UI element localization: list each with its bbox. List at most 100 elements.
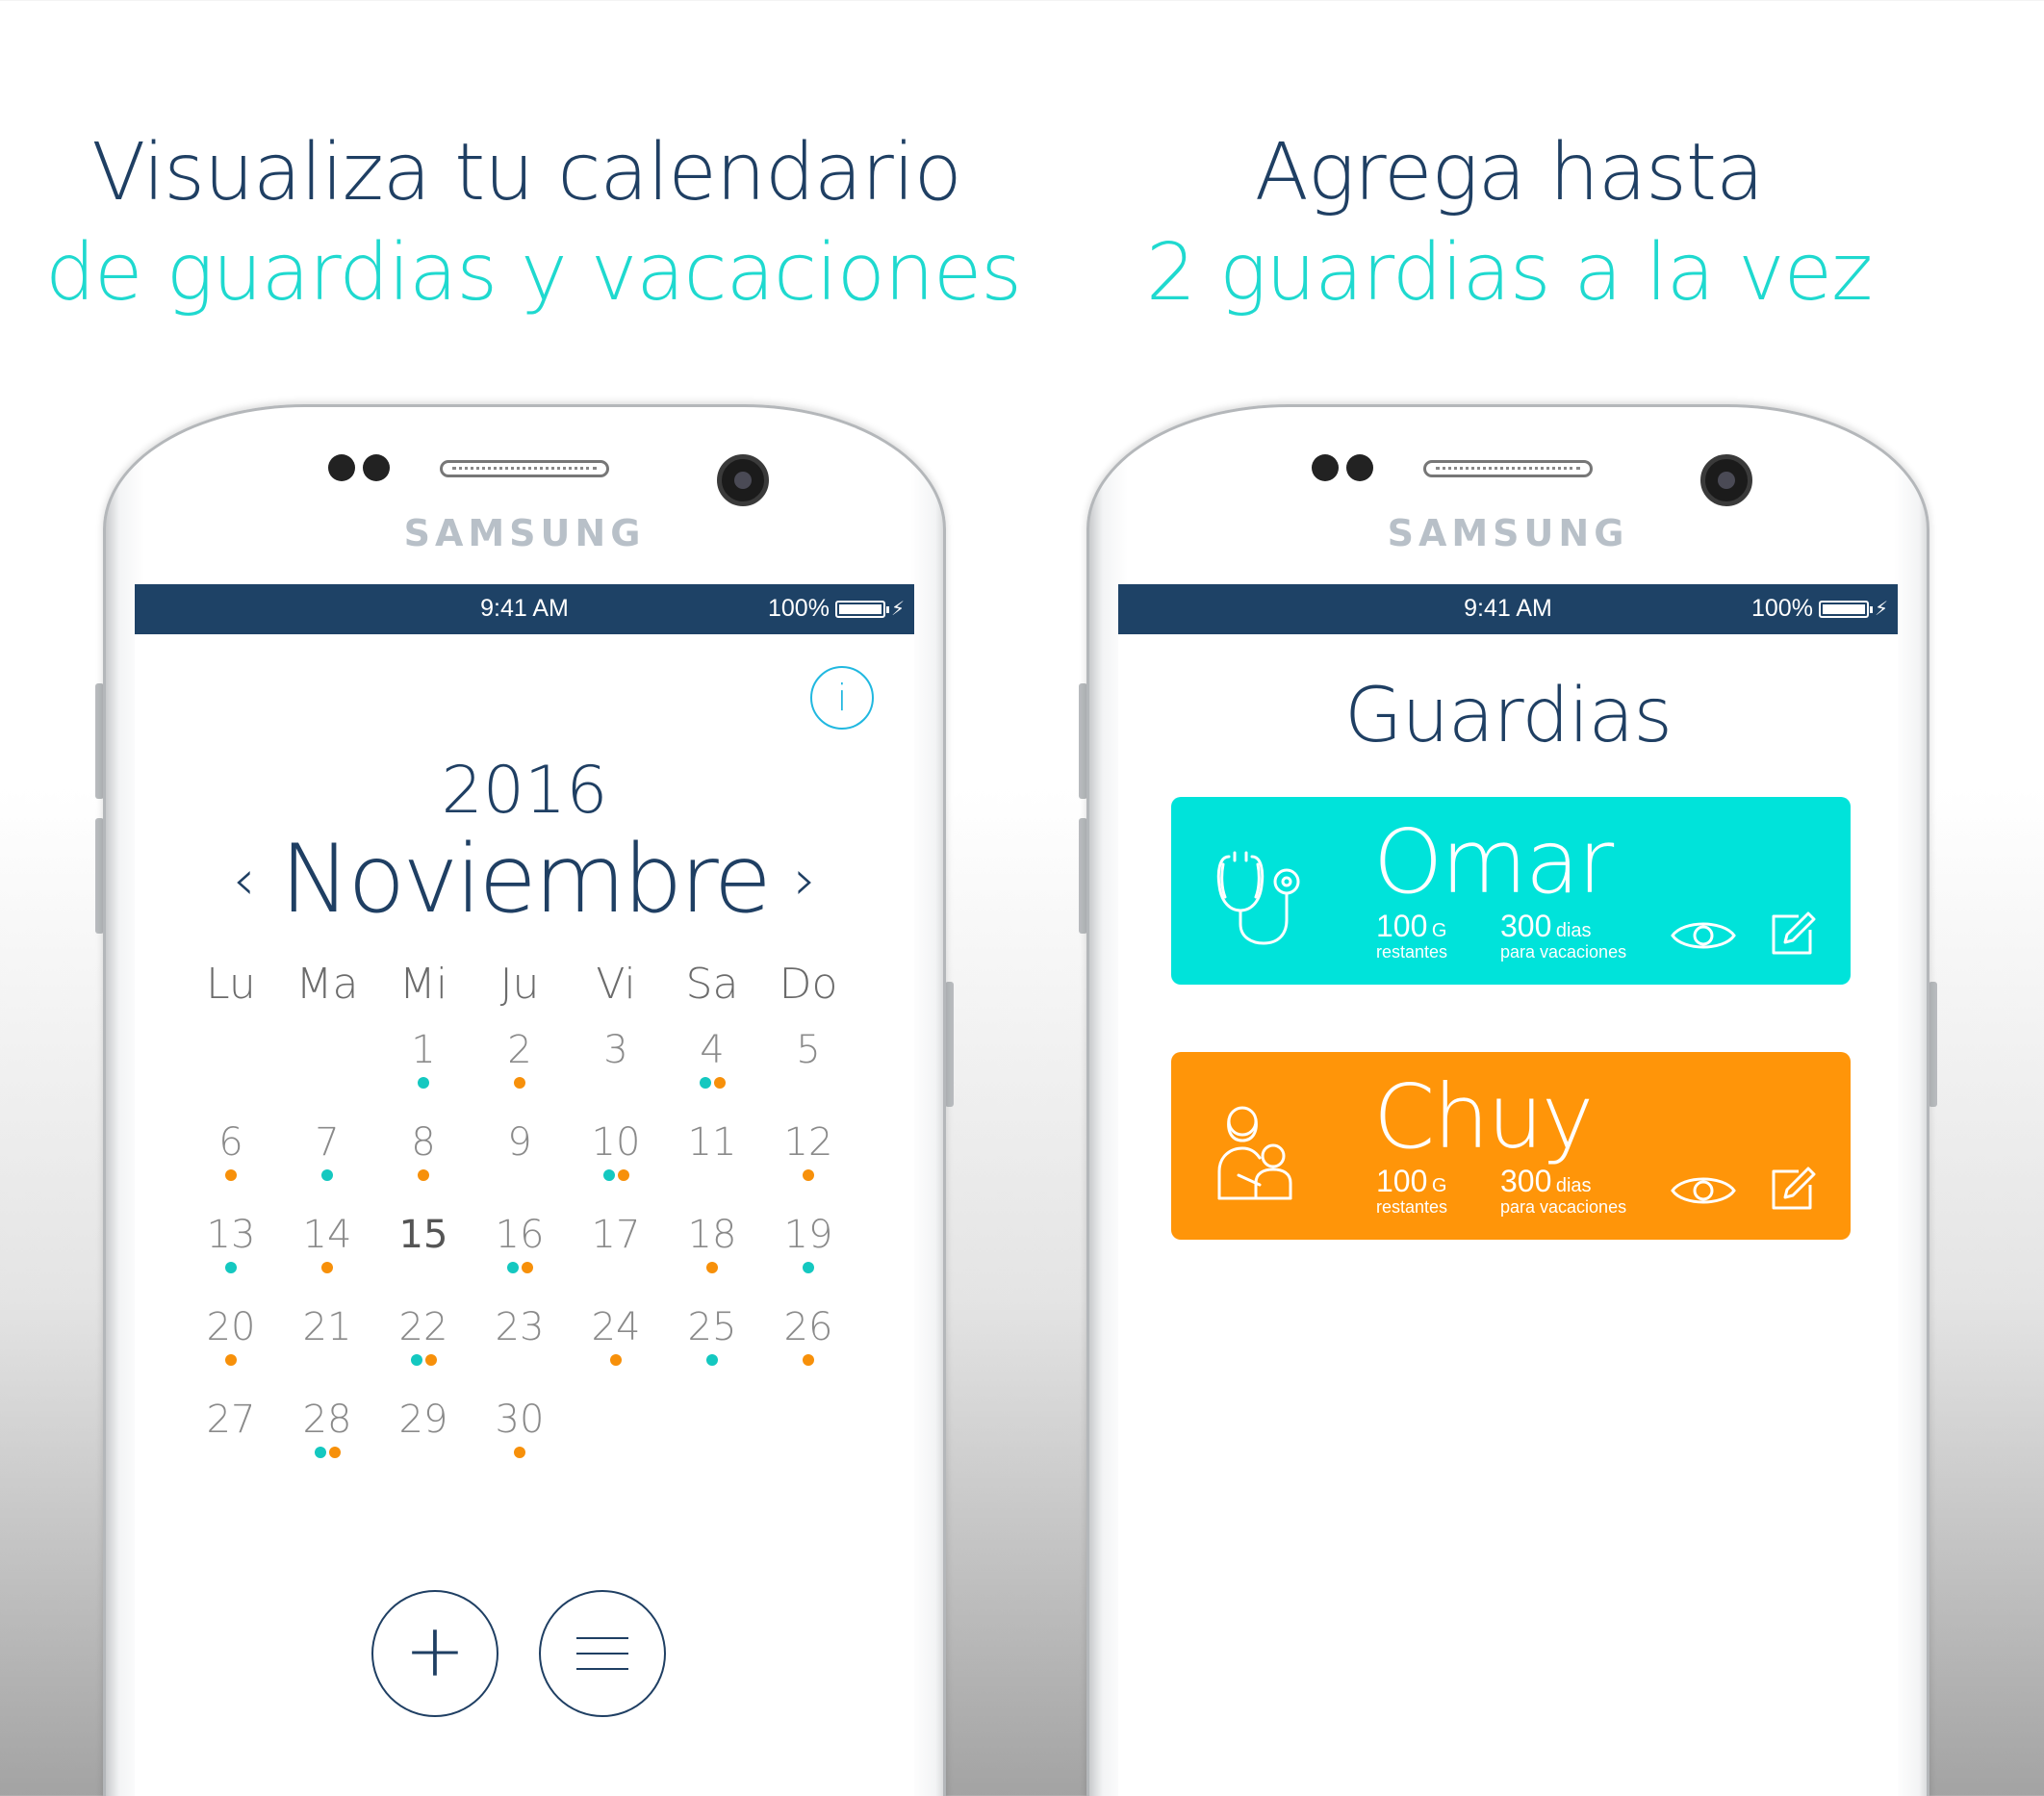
day-number: 22 [398,1305,448,1349]
vacation-days-label: para vacaciones [1500,942,1627,962]
view-eye-icon[interactable] [1670,914,1737,957]
guardia-card-chuy[interactable]: Chuy 100 G restantes 300 dias para vacac… [1171,1052,1851,1240]
next-month-button[interactable]: › [794,847,816,912]
calendar-day[interactable]: 29 [375,1397,472,1489]
calendar-day[interactable]: 16 [472,1212,568,1304]
calendar-day[interactable]: 2 [472,1027,568,1119]
charging-icon: ⚡︎ [1874,599,1888,620]
calendar-day[interactable]: 11 [664,1119,760,1212]
battery-percent: 100% [1751,595,1813,622]
calendar-day[interactable]: 9 [472,1119,568,1212]
calendar-day[interactable]: 10 [568,1119,664,1212]
calendar-day[interactable]: 19 [760,1212,856,1304]
guardias-remaining-unit: G [1431,920,1447,941]
charging-icon: ⚡︎ [890,599,905,620]
menu-button[interactable] [539,1590,666,1717]
day-event-dots [472,1077,568,1089]
calendar-day[interactable]: 20 [183,1304,279,1397]
day-event-dots [279,1169,375,1181]
calendar-day[interactable]: 3 [568,1027,664,1119]
day-number: 9 [507,1120,532,1165]
calendar-day[interactable]: 15 [375,1212,472,1304]
weekday-label: Mi [398,960,448,1009]
day-number: 15 [398,1213,448,1257]
orange-event-dot [418,1169,429,1181]
day-event-dots [375,1077,472,1089]
phone-left: SAMSUNG 9:41 AM 100% ⚡︎ i 2016 ‹ Noviemb… [95,404,954,1796]
day-event-dots [664,1262,760,1273]
calendar-day[interactable]: 23 [472,1304,568,1397]
hamburger-menu-icon [576,1637,628,1670]
weekday-label: Sa [685,960,739,1009]
guardias-remaining-value: 100 [1376,1164,1428,1198]
day-number: 14 [302,1213,352,1257]
sensor-dots [328,454,397,485]
calendar-day[interactable]: 21 [279,1304,375,1397]
calendar-week-row: 6 7 8 9 10 11 12 [183,1119,856,1212]
info-button[interactable]: i [810,666,874,730]
day-number: 8 [411,1120,436,1165]
guardias-remaining-value: 100 [1376,909,1428,943]
calendar-day-empty [279,1027,375,1119]
view-eye-icon[interactable] [1670,1169,1737,1212]
day-event-dots [183,1169,279,1181]
day-number: 25 [687,1305,737,1349]
calendar-day[interactable]: 24 [568,1304,664,1397]
info-icon: i [836,677,848,719]
day-number: 19 [783,1213,833,1257]
guardias-screen: 9:41 AM 100% ⚡︎ Guardias Omar 100 G rest… [1118,584,1898,1796]
calendar-day[interactable]: 1 [375,1027,472,1119]
calendar-day[interactable]: 13 [183,1212,279,1304]
day-number: 20 [206,1305,256,1349]
teal-event-dot [314,1447,326,1458]
calendar-day[interactable]: 25 [664,1304,760,1397]
headline-left-line2: de guardias y vacaciones [45,227,1022,319]
brand-logo: SAMSUNG [403,512,646,554]
vacation-days-unit: dias [1555,920,1592,941]
calendar-week-row: 20 21 22 23 24 25 26 [183,1304,856,1397]
vacation-days: 300 dias para vacaciones [1500,911,1626,961]
calendar-day[interactable]: 17 [568,1212,664,1304]
calendar-week-row: 1 2 3 4 5 [183,1027,856,1119]
headline-right: Agrega hasta 2 guardias a la vez [1028,123,1990,323]
prev-month-button[interactable]: ‹ [233,847,255,912]
add-button[interactable]: + [371,1590,498,1717]
status-bar: 9:41 AM 100% ⚡︎ [1118,584,1898,634]
calendar-day[interactable]: 5 [760,1027,856,1119]
day-event-dots [664,1077,760,1089]
day-number: 7 [315,1120,340,1165]
calendar-day[interactable]: 22 [375,1304,472,1397]
edit-icon[interactable] [1768,1166,1816,1214]
calendar-day[interactable]: 30 [472,1397,568,1489]
day-event-dots [568,1169,664,1181]
calendar-day[interactable]: 18 [664,1212,760,1304]
day-event-dots [183,1354,279,1366]
guardia-card-omar[interactable]: Omar 100 G restantes 300 dias para vacac… [1171,797,1851,985]
teal-event-dot [410,1354,422,1366]
guardia-name: Chuy [1373,1065,1594,1168]
brand-logo: SAMSUNG [1387,512,1629,554]
calendar-day[interactable]: 26 [760,1304,856,1397]
calendar-day[interactable]: 6 [183,1119,279,1212]
calendar-day[interactable]: 28 [279,1397,375,1489]
calendar-day[interactable]: 27 [183,1397,279,1489]
power-button [945,982,954,1107]
day-event-dots [760,1169,856,1181]
calendar-day[interactable]: 14 [279,1212,375,1304]
day-number: 27 [206,1398,256,1442]
edit-icon[interactable] [1768,911,1816,959]
calendar-day[interactable]: 12 [760,1119,856,1212]
calendar-day[interactable]: 7 [279,1119,375,1212]
phone-right: SAMSUNG 9:41 AM 100% ⚡︎ Guardias Omar 10… [1079,404,1937,1796]
calendar-year: 2016 [441,753,608,829]
orange-event-dot [713,1077,726,1089]
orange-event-dot [610,1354,622,1366]
day-number: 21 [302,1305,352,1349]
vacation-days-label: para vacaciones [1500,1197,1627,1217]
weekday-label: Lu [206,960,256,1009]
teal-event-dot [602,1169,615,1181]
calendar-day[interactable]: 4 [664,1027,760,1119]
weekday-header: Lu Ma Mi Ju Vi Sa Do [183,960,856,1009]
orange-event-dot [706,1262,718,1273]
calendar-day[interactable]: 8 [375,1119,472,1212]
